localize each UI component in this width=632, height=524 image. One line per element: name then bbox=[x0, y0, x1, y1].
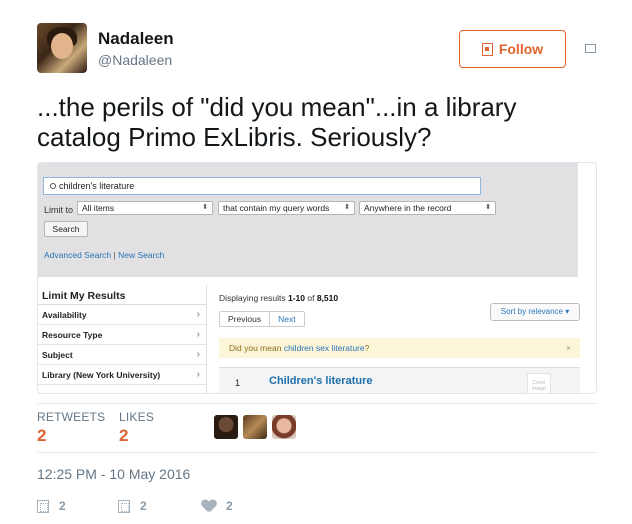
results-range: 1-10 bbox=[287, 293, 305, 303]
follow-label: Follow bbox=[498, 41, 544, 57]
limit-select: All items ⬍ bbox=[77, 201, 213, 215]
link-separator: | bbox=[113, 250, 116, 260]
limit-select-value: All items bbox=[82, 203, 115, 213]
new-search-link: New Search bbox=[118, 250, 165, 260]
retweet-icon bbox=[118, 499, 130, 513]
advanced-search-link: Advanced Search bbox=[44, 250, 112, 260]
match-select-value: that contain my query words bbox=[223, 203, 330, 213]
tweet-text: ...the perils of "did you mean"...in a l… bbox=[37, 92, 517, 152]
facet-row: Availability › bbox=[38, 305, 206, 325]
cover-image-placeholder: Cover image bbox=[527, 373, 551, 393]
scope-select: Anywhere in the record ⬍ bbox=[359, 201, 496, 215]
like-button[interactable]: 2 bbox=[202, 499, 233, 513]
next-page-button: Next bbox=[270, 311, 305, 327]
select-caret-icon: ⬍ bbox=[485, 204, 491, 211]
facet-label: Subject bbox=[42, 350, 73, 360]
result-number: 1 bbox=[235, 378, 241, 388]
reply-button[interactable]: 2 bbox=[37, 499, 66, 513]
search-icon bbox=[50, 183, 56, 189]
like-count: 2 bbox=[226, 499, 233, 513]
results-count: Displaying results 1-10 of 8,510 bbox=[219, 293, 338, 303]
facet-label: Library (New York University) bbox=[42, 370, 161, 380]
user-name[interactable]: Nadaleen bbox=[98, 29, 174, 49]
chevron-right-icon: › bbox=[196, 369, 200, 380]
result-title: Children's literature bbox=[269, 375, 373, 387]
retweets-label[interactable]: RETWEETS bbox=[37, 410, 105, 424]
facet-row: Subject › bbox=[38, 345, 206, 365]
results-pager: Previous Next bbox=[219, 311, 305, 327]
liker-avatar[interactable] bbox=[243, 415, 267, 439]
catalog-search-input: children's literature bbox=[43, 177, 481, 195]
reply-icon bbox=[37, 499, 49, 513]
liker-avatar[interactable] bbox=[214, 415, 238, 439]
limit-to-label: Limit to bbox=[44, 205, 74, 215]
did-you-mean-suggestion: children sex literature bbox=[283, 343, 365, 353]
liker-avatar[interactable] bbox=[272, 415, 296, 439]
divider bbox=[37, 452, 597, 453]
more-options-icon[interactable] bbox=[585, 44, 596, 53]
results-prefix: Displaying results bbox=[219, 293, 288, 303]
tweet-timestamp[interactable]: 12:25 PM - 10 May 2016 bbox=[37, 466, 190, 482]
facet-label: Availability bbox=[42, 310, 87, 320]
catalog-search-button: Search bbox=[44, 221, 88, 237]
scope-select-value: Anywhere in the record bbox=[364, 203, 452, 213]
sort-dropdown: Sort by relevance ▾ bbox=[490, 303, 580, 321]
did-you-mean-banner: Did you mean children sex literature? × bbox=[219, 338, 580, 358]
results-total: 8,510 bbox=[316, 293, 339, 303]
chevron-right-icon: › bbox=[196, 349, 200, 360]
facet-divider bbox=[206, 285, 207, 393]
chevron-right-icon: › bbox=[196, 329, 200, 340]
match-select: that contain my query words ⬍ bbox=[218, 201, 355, 215]
facets-title: Limit My Results bbox=[38, 285, 206, 305]
did-you-mean-prefix: Did you mean bbox=[229, 343, 284, 353]
avatar-face bbox=[51, 33, 73, 59]
likes-count[interactable]: 2 bbox=[119, 426, 128, 446]
facet-row: Library (New York University) › bbox=[38, 365, 206, 385]
reply-count: 2 bbox=[59, 499, 66, 513]
follow-user-icon bbox=[481, 42, 493, 56]
retweet-count: 2 bbox=[140, 499, 147, 513]
chevron-right-icon: › bbox=[196, 309, 200, 320]
results-of: of bbox=[305, 293, 317, 303]
select-caret-icon: ⬍ bbox=[344, 204, 350, 211]
did-you-mean-suffix: ? bbox=[364, 343, 370, 353]
tweet-media-image[interactable]: children's literature Limit to All items… bbox=[37, 162, 597, 394]
search-query: children's literature bbox=[59, 181, 135, 191]
heart-icon bbox=[202, 500, 216, 513]
user-handle[interactable]: @Nadaleen bbox=[98, 52, 172, 68]
close-icon: × bbox=[566, 343, 571, 353]
retweets-count[interactable]: 2 bbox=[37, 426, 46, 446]
search-links: Advanced Search | New Search bbox=[44, 250, 164, 260]
user-avatar[interactable] bbox=[37, 23, 87, 73]
retweet-button[interactable]: 2 bbox=[118, 499, 147, 513]
facet-label: Resource Type bbox=[42, 330, 103, 340]
result-row: 1 Children's literature Cover image bbox=[219, 367, 580, 393]
divider bbox=[37, 403, 597, 404]
facet-row: Resource Type › bbox=[38, 325, 206, 345]
facets-panel: Limit My Results Availability › Resource … bbox=[38, 285, 206, 385]
select-caret-icon: ⬍ bbox=[202, 204, 208, 211]
catalog-search-panel: children's literature Limit to All items… bbox=[38, 163, 578, 277]
previous-page-button: Previous bbox=[219, 311, 271, 327]
likes-label[interactable]: LIKES bbox=[119, 410, 154, 424]
follow-button[interactable]: Follow bbox=[459, 30, 566, 68]
